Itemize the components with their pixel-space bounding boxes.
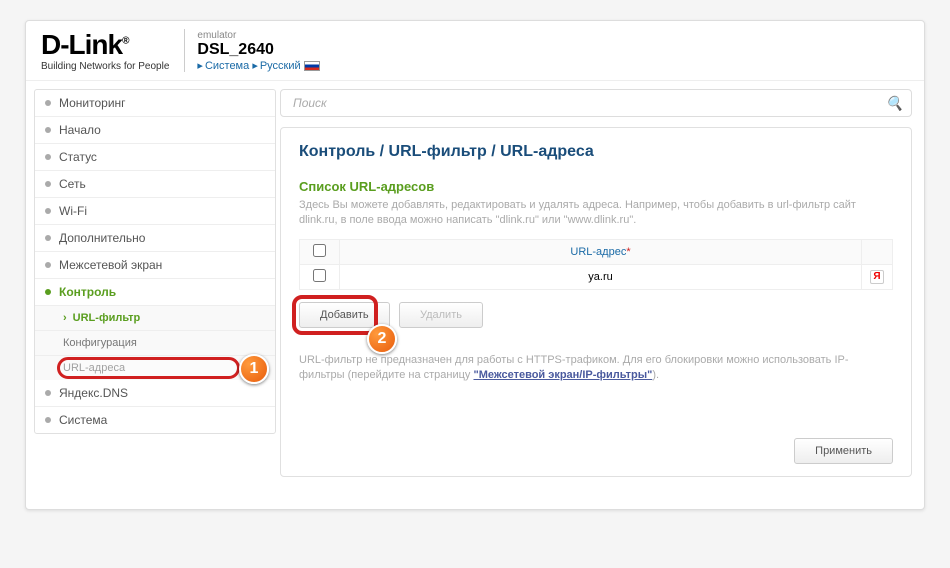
language-link[interactable]: Русский (260, 60, 301, 72)
url-cell: ya.ru (340, 264, 862, 289)
table-row[interactable]: ya.ru Я (300, 264, 893, 289)
submenu-configuration[interactable]: Конфигурация (35, 331, 275, 356)
apply-button[interactable]: Применить (794, 438, 893, 464)
sidebar-item-control[interactable]: Контроль (35, 279, 275, 306)
row-checkbox[interactable] (313, 269, 326, 282)
yandex-icon: Я (870, 270, 884, 284)
section-description: Здесь Вы можете добавлять, редактировать… (299, 198, 893, 229)
search-input[interactable]: Поиск 🔍 (280, 89, 912, 117)
logo: D-Link® (41, 29, 169, 61)
sidebar: Мониторинг Начало Статус Сеть Wi-Fi Допо… (26, 81, 276, 485)
sidebar-item-network[interactable]: Сеть (35, 171, 275, 198)
sidebar-item-advanced[interactable]: Дополнительно (35, 225, 275, 252)
annotation-badge-2: 2 (367, 324, 397, 354)
url-table: URL-адрес* ya.ru Я (299, 239, 893, 290)
tagline: Building Networks for People (41, 61, 169, 72)
main-content: Поиск 🔍 Контроль / URL-фильтр / URL-адре… (276, 81, 924, 485)
sidebar-item-wifi[interactable]: Wi-Fi (35, 198, 275, 225)
sidebar-item-start[interactable]: Начало (35, 117, 275, 144)
sidebar-item-firewall[interactable]: Межсетевой экран (35, 252, 275, 279)
select-all-checkbox[interactable] (313, 244, 326, 257)
sidebar-item-monitoring[interactable]: Мониторинг (35, 90, 275, 117)
section-title: Список URL-адресов (299, 179, 893, 194)
model-block: emulator DSL_2640 ▸Система ▸Русский (185, 30, 319, 72)
flag-icon (304, 61, 320, 71)
emulator-label: emulator (197, 30, 319, 41)
delete-button[interactable]: Удалить (399, 302, 483, 328)
system-link[interactable]: Система (205, 60, 249, 72)
sidebar-item-system[interactable]: Система (35, 407, 275, 433)
annotation-badge-1: 1 (239, 354, 269, 384)
https-note: URL-фильтр не предназначен для работы с … (299, 353, 893, 384)
firewall-link[interactable]: "Межсетевой экран/IP-фильтры" (473, 369, 652, 381)
logo-block: D-Link® Building Networks for People (41, 29, 185, 72)
column-url-header: URL-адрес* (340, 239, 862, 264)
system-links: ▸Система ▸Русский (197, 59, 319, 72)
breadcrumb: Контроль / URL-фильтр / URL-адреса (299, 143, 893, 161)
header: D-Link® Building Networks for People emu… (26, 21, 924, 81)
sidebar-item-status[interactable]: Статус (35, 144, 275, 171)
sidebar-item-yandex-dns[interactable]: Яндекс.DNS (35, 380, 275, 407)
submenu-url-filter[interactable]: URL-фильтр (35, 306, 275, 331)
content-panel: Контроль / URL-фильтр / URL-адреса Списо… (280, 127, 912, 477)
model-name: DSL_2640 (197, 41, 319, 59)
submenu-url-addresses[interactable]: URL-адреса 1 (35, 356, 275, 380)
search-icon: 🔍 (886, 95, 903, 112)
